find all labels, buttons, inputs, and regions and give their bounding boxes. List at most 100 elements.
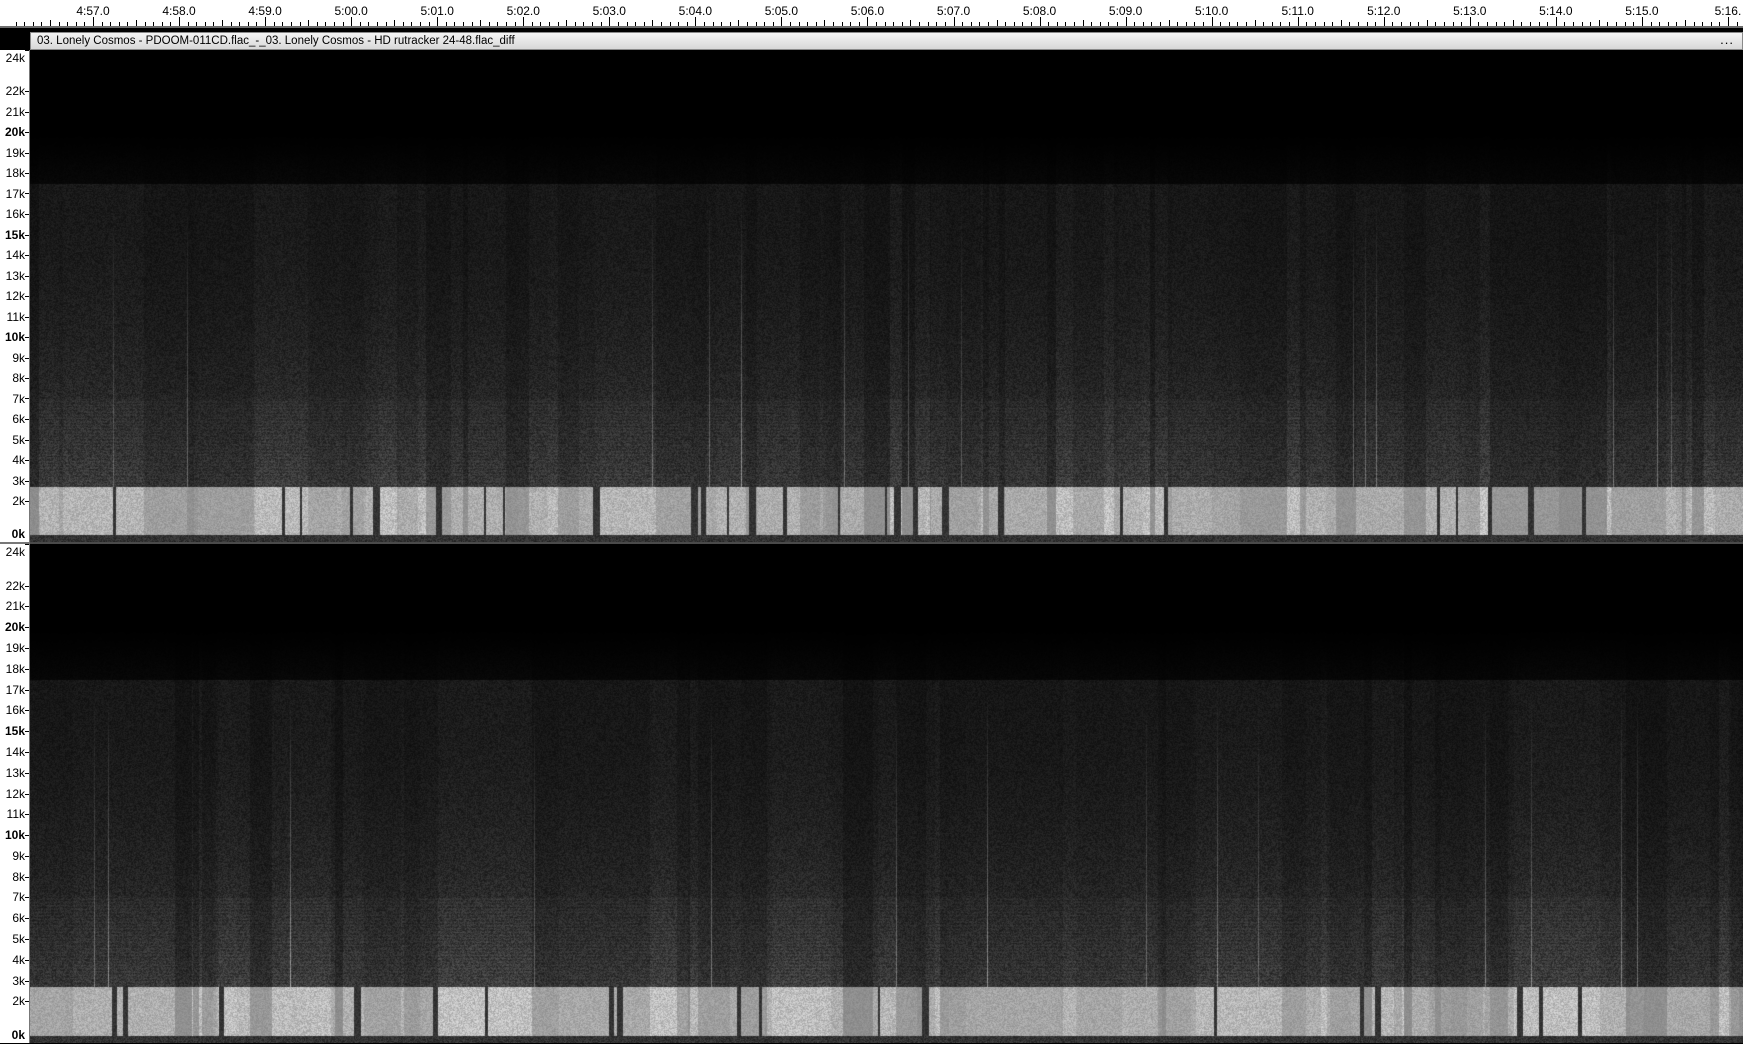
spectrogram-channel-1[interactable] bbox=[30, 50, 1743, 542]
time-tick-minor bbox=[1711, 22, 1712, 26]
time-label: 4:59.0 bbox=[248, 4, 282, 18]
time-tick-minor bbox=[497, 22, 498, 26]
frequency-label: 14k bbox=[5, 248, 25, 262]
time-tick-minor bbox=[764, 22, 765, 26]
frequency-tick bbox=[25, 794, 29, 795]
frequency-tick bbox=[25, 481, 29, 482]
time-tick-minor bbox=[1737, 22, 1738, 26]
frequency-tick bbox=[25, 835, 29, 836]
time-tick-minor bbox=[222, 20, 223, 26]
frequency-tick bbox=[25, 440, 29, 441]
frequency-tick bbox=[25, 501, 29, 502]
time-tick-major bbox=[1728, 17, 1729, 26]
time-tick-minor bbox=[1496, 22, 1497, 26]
frequency-label: 21k bbox=[5, 104, 25, 119]
time-label: 5:06.0 bbox=[850, 4, 885, 18]
frequency-tick bbox=[25, 91, 29, 92]
time-tick-minor bbox=[1676, 22, 1677, 26]
time-tick-minor bbox=[1410, 22, 1411, 26]
time-tick-major bbox=[1642, 17, 1643, 26]
time-tick-minor bbox=[575, 22, 576, 26]
spectrogram-channel-2[interactable] bbox=[30, 544, 1743, 1043]
time-tick-minor bbox=[979, 22, 980, 26]
time-tick-minor bbox=[1177, 22, 1178, 26]
time-tick-minor bbox=[833, 22, 834, 26]
time-tick-major bbox=[1384, 17, 1385, 26]
frequency-tick bbox=[25, 897, 29, 898]
time-tick-minor bbox=[687, 22, 688, 26]
frequency-label: 9k bbox=[12, 848, 25, 863]
frequency-tick bbox=[25, 648, 29, 649]
time-tick-minor bbox=[1513, 20, 1514, 26]
frequency-label: 9k bbox=[12, 350, 25, 365]
time-tick-minor bbox=[1057, 22, 1058, 26]
time-tick-minor bbox=[1616, 22, 1617, 26]
time-tick-major bbox=[351, 17, 352, 26]
time-tick-minor bbox=[1651, 22, 1652, 26]
time-tick-major bbox=[867, 17, 868, 26]
time-tick-minor bbox=[652, 20, 653, 26]
time-label: 5:09.0 bbox=[1108, 4, 1143, 18]
time-tick-minor bbox=[1392, 22, 1393, 26]
time-tick-minor bbox=[678, 22, 679, 26]
frequency-tick bbox=[25, 193, 29, 194]
frequency-label: 3k bbox=[12, 973, 25, 988]
frequency-tick bbox=[25, 460, 29, 461]
time-tick-major bbox=[1556, 17, 1557, 26]
frequency-label: 7k bbox=[12, 391, 25, 406]
time-tick-minor bbox=[1237, 22, 1238, 26]
frequency-label: 8k bbox=[12, 869, 25, 884]
time-tick-minor bbox=[1625, 22, 1626, 26]
time-label: 5:01.0 bbox=[420, 4, 454, 18]
time-tick-minor bbox=[936, 22, 937, 26]
track-title-bar[interactable]: 03. Lonely Cosmos - PDOOM-011CD.flac_-_0… bbox=[30, 32, 1743, 50]
frequency-label: 21k bbox=[5, 599, 25, 614]
time-tick-minor bbox=[274, 22, 275, 26]
time-tick-minor bbox=[1014, 22, 1015, 26]
time-tick-major bbox=[179, 17, 180, 26]
time-tick-minor bbox=[910, 20, 911, 26]
time-tick-minor bbox=[618, 22, 619, 26]
frequency-label: 5k bbox=[12, 432, 25, 447]
frequency-tick bbox=[25, 773, 29, 774]
time-tick-minor bbox=[919, 22, 920, 26]
frequency-tick bbox=[25, 544, 29, 545]
time-tick-minor bbox=[1418, 22, 1419, 26]
time-tick-minor bbox=[1246, 22, 1247, 26]
frequency-label: 10k bbox=[4, 330, 25, 344]
time-tick-minor bbox=[756, 22, 757, 26]
time-tick-minor bbox=[807, 22, 808, 26]
track-menu-button[interactable]: ... bbox=[1720, 33, 1734, 47]
time-tick-minor bbox=[859, 22, 860, 26]
time-tick-minor bbox=[1582, 22, 1583, 26]
time-ruler[interactable]: 4:57.0 4:58.0 4:59.0 5:00.0 5:01.0 5:02.0 5:03… bbox=[0, 0, 1743, 28]
frequency-label: 10k bbox=[4, 828, 25, 843]
time-tick-minor bbox=[84, 22, 85, 26]
time-tick-minor bbox=[1349, 22, 1350, 26]
frequency-label: 12k bbox=[5, 786, 25, 801]
frequency-label: 24k bbox=[5, 545, 25, 559]
frequency-tick bbox=[25, 132, 29, 133]
time-label: 4:57.0 bbox=[76, 4, 110, 18]
time-tick-minor bbox=[1134, 22, 1135, 26]
time-tick-minor bbox=[1702, 22, 1703, 26]
time-tick-minor bbox=[282, 22, 283, 26]
frequency-tick bbox=[25, 752, 29, 753]
time-tick-minor bbox=[721, 22, 722, 26]
time-tick-minor bbox=[1633, 22, 1634, 26]
time-tick-minor bbox=[1169, 20, 1170, 26]
time-tick-minor bbox=[1453, 22, 1454, 26]
time-tick-minor bbox=[713, 22, 714, 26]
time-tick-minor bbox=[480, 20, 481, 26]
frequency-tick bbox=[25, 235, 29, 236]
time-tick-minor bbox=[1263, 22, 1264, 26]
time-tick-minor bbox=[1022, 22, 1023, 26]
frequency-label: 6k bbox=[12, 911, 25, 926]
time-tick-minor bbox=[1685, 20, 1686, 26]
frequency-label: 4k bbox=[12, 952, 25, 967]
time-tick-minor bbox=[300, 22, 301, 26]
time-tick-minor bbox=[67, 22, 68, 26]
time-label: 5:00.0 bbox=[334, 4, 368, 18]
frequency-tick bbox=[25, 419, 29, 420]
frequency-label: 19k bbox=[5, 145, 25, 160]
